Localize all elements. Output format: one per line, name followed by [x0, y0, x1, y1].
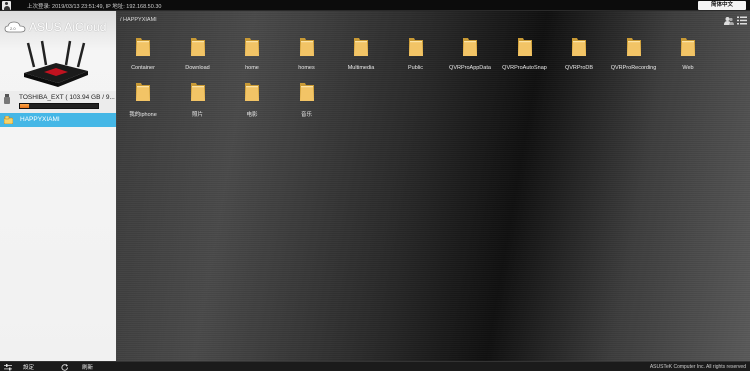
settings-button[interactable]: 設定 — [4, 363, 34, 371]
share-label: HAPPYXIAMI — [20, 116, 60, 123]
copyright-text: ASUSTeK Computer Inc. All rights reserve… — [649, 364, 746, 370]
file-browser: / HAPPYXIAMI Container Download home homes M… — [117, 11, 750, 361]
bottom-bar: 設定 刷新 ASUSTeK Computer Inc. All rights r… — [0, 361, 750, 371]
folder-name: home — [245, 65, 259, 71]
refresh-button[interactable]: 刷新 — [61, 363, 93, 371]
refresh-label: 刷新 — [82, 365, 94, 371]
folder-name: QVRProAutoSnap — [502, 65, 547, 71]
folder-name: QVRProRecording — [610, 65, 657, 71]
folder-name: homes — [298, 65, 315, 71]
folder-icon — [626, 38, 641, 56]
sidebar: 2.0 ASUS AiCloud TOSHIBA_EXT ( 103.94 GB… — [0, 11, 117, 361]
logo-text: ASUS AiCloud — [29, 20, 107, 34]
last-login-info: 上次登录: 2019/03/13 23:51:49, IP 地址: 192.16… — [27, 4, 162, 10]
folder-icon — [190, 83, 205, 101]
folder-icon — [408, 38, 423, 56]
folder-name: 电影 — [246, 112, 258, 118]
drive-usage-fill — [20, 104, 30, 108]
folder-item[interactable]: 音乐 — [281, 80, 333, 120]
folder-icon — [354, 38, 368, 56]
folder-icon — [190, 38, 205, 56]
settings-label: 設定 — [23, 365, 35, 371]
network-share-icon — [4, 116, 13, 124]
folder-item[interactable]: Multimedia — [335, 35, 387, 75]
folder-name: QVRProAppData — [449, 65, 491, 71]
folder-item[interactable]: 电影 — [226, 80, 278, 120]
cloud-logo-icon: 2.0 — [4, 21, 26, 33]
folder-item[interactable]: home — [226, 35, 278, 75]
folder-item[interactable]: QVRProDB — [553, 35, 605, 75]
svg-text:2.0: 2.0 — [10, 26, 16, 31]
folder-name: 照片 — [191, 112, 203, 118]
folder-name: QVRProDB — [564, 65, 594, 71]
folder-icon — [245, 83, 259, 101]
list-view-icon[interactable] — [737, 16, 747, 25]
router-image — [24, 40, 88, 87]
top-bar: 上次登录: 2019/03/13 23:51:49, IP 地址: 192.16… — [0, 0, 750, 11]
usb-icon — [4, 94, 10, 104]
settings-icon — [4, 363, 12, 370]
folder-icon — [463, 38, 477, 56]
user-icon[interactable] — [2, 1, 11, 10]
folder-name: Web — [682, 65, 694, 71]
folder-icon — [245, 38, 259, 56]
folder-item[interactable]: Container — [117, 35, 169, 75]
folder-item[interactable]: 我的iphone — [117, 80, 169, 120]
breadcrumb-bar: / HAPPYXIAMI — [117, 11, 750, 29]
folder-icon — [681, 38, 695, 56]
drive-label: TOSHIBA_EXT ( 103.94 GB / 9... — [19, 94, 115, 101]
folder-item[interactable]: homes — [281, 35, 333, 75]
folder-item[interactable]: QVRProAppData — [444, 35, 496, 75]
folder-item[interactable]: Download — [172, 35, 224, 75]
folder-icon — [299, 38, 314, 56]
folder-name: 我的iphone — [129, 112, 157, 118]
folder-icon — [299, 83, 314, 101]
breadcrumb: / HAPPYXIAMI — [120, 17, 157, 23]
folder-icon — [136, 38, 150, 56]
folder-name: Download — [185, 65, 210, 71]
folder-item[interactable]: Public — [390, 35, 442, 75]
folder-item[interactable]: Web — [662, 35, 714, 75]
folder-name: Multimedia — [347, 65, 375, 71]
folder-item[interactable]: QVRProRecording — [608, 35, 660, 75]
refresh-icon — [61, 363, 68, 371]
share-item-happyxiami[interactable]: HAPPYXIAMI — [0, 113, 116, 127]
folder-icon — [136, 83, 150, 101]
folder-item[interactable]: QVRProAutoSnap — [499, 35, 551, 75]
folder-item[interactable]: 照片 — [172, 80, 224, 120]
folder-icon — [517, 38, 532, 56]
drive-usage-bar — [19, 103, 99, 109]
aicloud-logo: 2.0 ASUS AiCloud — [4, 19, 106, 35]
folder-name: Container — [131, 65, 155, 71]
folder-icon — [572, 38, 586, 56]
thumbnail-view-icon[interactable] — [724, 16, 734, 25]
usb-drive-item[interactable]: TOSHIBA_EXT ( 103.94 GB / 9... — [0, 91, 116, 113]
folder-name: 音乐 — [300, 112, 312, 118]
language-button[interactable]: 简体中文 — [698, 1, 746, 10]
folder-name: Public — [408, 65, 423, 71]
